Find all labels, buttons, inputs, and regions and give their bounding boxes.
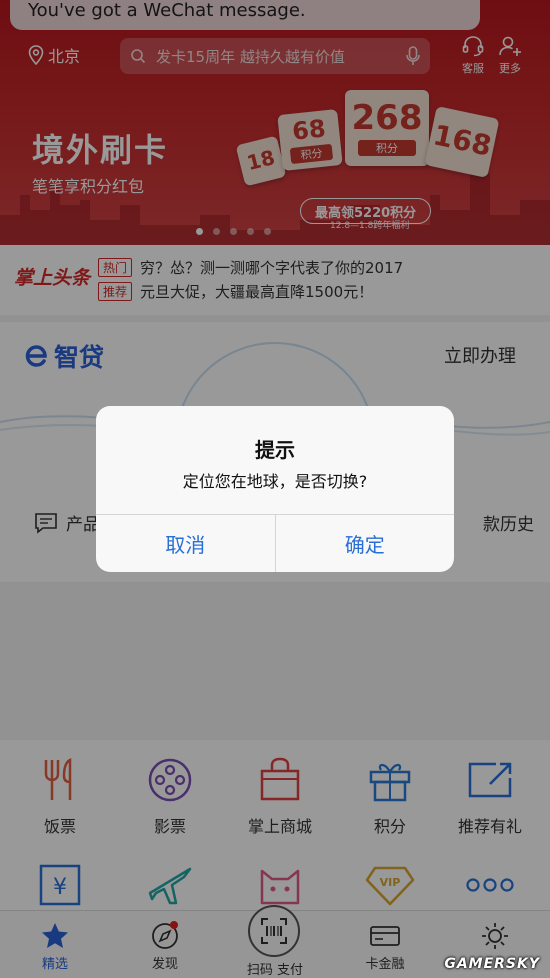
location-alert-dialog: 提示 定位您在地球，是否切换? 取消 确定: [96, 406, 454, 572]
alert-title: 提示: [255, 438, 295, 462]
alert-button-row: 取消 确定: [96, 514, 454, 572]
alert-message: 定位您在地球，是否切换?: [182, 472, 368, 491]
watermark: GAMERSKY: [444, 956, 540, 972]
confirm-button[interactable]: 确定: [274, 515, 455, 572]
cancel-button[interactable]: 取消: [96, 515, 275, 572]
